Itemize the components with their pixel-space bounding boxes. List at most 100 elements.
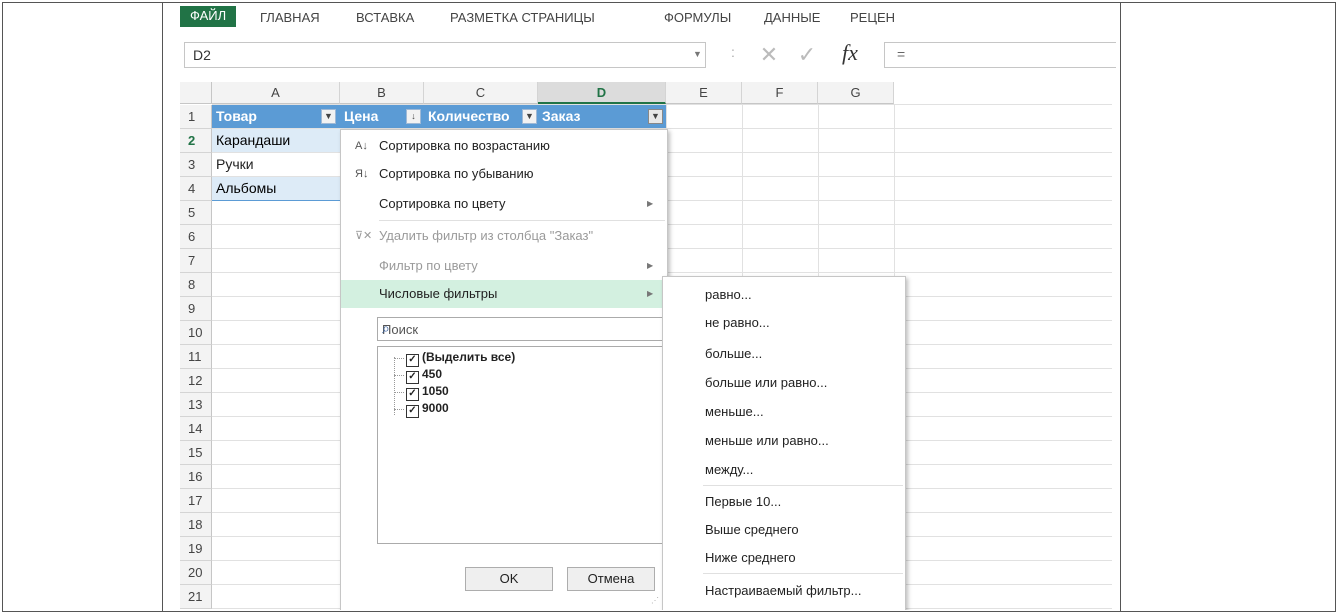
row-header-4[interactable]: 4 <box>180 177 212 201</box>
filter-values-list: ✓ (Выделить все) ✓ 450 ✓ 1050 ✓ 9000 <box>377 346 663 544</box>
value-checkbox[interactable]: ✓ 450 <box>406 366 443 384</box>
value-checkbox[interactable]: ✓ 1050 <box>406 383 449 401</box>
row-header-12[interactable]: 12 <box>180 369 212 393</box>
column-header-c[interactable]: C <box>424 82 538 104</box>
filter-search-input[interactable]: Поиск ⌕ <box>377 317 663 341</box>
filter-equals-item[interactable]: равно... <box>705 281 752 309</box>
submenu-arrow-icon: ▶ <box>647 261 654 270</box>
row-header-16[interactable]: 16 <box>180 465 212 489</box>
tab-page-layout[interactable]: РАЗМЕТКА СТРАНИЦЫ <box>450 10 595 25</box>
table-header-quantity[interactable]: Количество <box>424 105 538 128</box>
row-header-19[interactable]: 19 <box>180 537 212 561</box>
tree-line <box>394 358 404 359</box>
row-header-14[interactable]: 14 <box>180 417 212 441</box>
sort-filter-icon[interactable]: ↓ <box>406 109 421 124</box>
tab-file[interactable]: ФАЙЛ <box>180 6 237 27</box>
row-header-15[interactable]: 15 <box>180 441 212 465</box>
menu-item-label: Удалить фильтр из столбца "Заказ" <box>379 228 594 243</box>
list-item-label: 450 <box>422 367 443 381</box>
filter-top10-item[interactable]: Первые 10... <box>705 488 781 516</box>
filter-dropdown-icon[interactable]: ▼ <box>321 109 336 124</box>
sort-za-icon: Я↓ <box>355 168 369 180</box>
select-all-checkbox[interactable]: ✓ (Выделить все) <box>406 349 515 367</box>
column-header-f[interactable]: F <box>742 82 818 104</box>
name-box-dropdown-icon[interactable]: ▼ <box>693 49 702 59</box>
filter-less-equal-item[interactable]: меньше или равно... <box>705 427 829 455</box>
filter-greater-item[interactable]: больше... <box>705 340 762 368</box>
column-header-b[interactable]: B <box>340 82 424 104</box>
row-header-21[interactable]: 21 <box>180 585 212 609</box>
column-header-e[interactable]: E <box>666 82 742 104</box>
filter-dropdown-icon-active[interactable]: ▼ <box>648 109 663 124</box>
cell-a3[interactable]: Ручки <box>212 153 340 176</box>
frame-divider-right <box>1120 2 1121 612</box>
menu-separator <box>703 485 903 486</box>
table-header-order[interactable]: Заказ <box>538 105 666 128</box>
filter-by-color-item[interactable]: Фильтр по цвету ▶ <box>341 252 667 280</box>
row-header-6[interactable]: 6 <box>180 225 212 249</box>
sort-by-color-item[interactable]: Сортировка по цвету ▶ <box>341 190 667 218</box>
tab-review[interactable]: РЕЦЕН <box>850 10 895 25</box>
frame-divider-left <box>162 2 163 612</box>
row-header-9[interactable]: 9 <box>180 297 212 321</box>
tree-line <box>394 409 404 410</box>
checkbox-checked-icon: ✓ <box>406 405 419 418</box>
tree-line <box>394 357 395 415</box>
column-header-d[interactable]: D <box>538 82 666 104</box>
filter-less-item[interactable]: меньше... <box>705 398 764 426</box>
column-header-a[interactable]: A <box>212 82 340 104</box>
select-all-corner[interactable] <box>180 82 212 104</box>
name-box-value: D2 <box>193 47 211 63</box>
cancel-button[interactable]: Отмена <box>567 567 655 591</box>
number-filters-item[interactable]: Числовые фильтры ▶ <box>341 280 667 308</box>
sort-descending-item[interactable]: Я↓ Сортировка по убыванию <box>341 160 667 188</box>
filter-dropdown-icon[interactable]: ▼ <box>522 109 537 124</box>
row-header-13[interactable]: 13 <box>180 393 212 417</box>
number-filters-submenu: равно... не равно... больше... больше ил… <box>662 276 906 610</box>
filter-greater-equal-item[interactable]: больше или равно... <box>705 369 827 397</box>
submenu-arrow-icon: ▶ <box>647 199 654 208</box>
filter-between-item[interactable]: между... <box>705 456 753 484</box>
header-label: Количество <box>428 108 510 124</box>
sort-ascending-item[interactable]: А↓ Сортировка по возрастанию <box>341 132 667 160</box>
header-label: Цена <box>344 108 379 124</box>
row-header-11[interactable]: 11 <box>180 345 212 369</box>
row-header-10[interactable]: 10 <box>180 321 212 345</box>
row-header-18[interactable]: 18 <box>180 513 212 537</box>
tree-line <box>394 392 404 393</box>
ok-button[interactable]: OK <box>465 567 553 591</box>
row-header-5[interactable]: 5 <box>180 201 212 225</box>
row-header-2[interactable]: 2 <box>180 129 212 153</box>
tab-formulas[interactable]: ФОРМУЛЫ <box>664 10 731 25</box>
row-header-20[interactable]: 20 <box>180 561 212 585</box>
name-box[interactable]: D2 <box>184 42 706 68</box>
enter-icon[interactable]: ✓ <box>792 42 822 68</box>
row-header-3[interactable]: 3 <box>180 153 212 177</box>
ribbon-tabs: ФАЙЛ ГЛАВНАЯ ВСТАВКА РАЗМЕТКА СТРАНИЦЫ Ф… <box>166 4 1116 34</box>
row-header-7[interactable]: 7 <box>180 249 212 273</box>
resize-grip-icon[interactable]: ⋰ <box>651 596 659 605</box>
cancel-icon[interactable]: ✕ <box>754 42 784 68</box>
custom-filter-item[interactable]: Настраиваемый фильтр... <box>705 577 862 605</box>
tab-home[interactable]: ГЛАВНАЯ <box>260 10 320 25</box>
excel-screenshot: ФАЙЛ ГЛАВНАЯ ВСТАВКА РАЗМЕТКА СТРАНИЦЫ Ф… <box>166 4 1116 610</box>
column-header-g[interactable]: G <box>818 82 894 104</box>
filter-above-average-item[interactable]: Выше среднего <box>705 516 799 544</box>
row-header-17[interactable]: 17 <box>180 489 212 513</box>
cell-a2[interactable]: Карандаши <box>212 129 340 152</box>
tab-insert[interactable]: ВСТАВКА <box>356 10 414 25</box>
filter-not-equals-item[interactable]: не равно... <box>705 309 770 337</box>
formula-bar-separator: : <box>731 44 735 60</box>
filter-below-average-item[interactable]: Ниже среднего <box>705 544 796 572</box>
clear-filter-item[interactable]: ⊽✕ Удалить фильтр из столбца "Заказ" <box>341 222 667 250</box>
menu-separator <box>703 573 903 574</box>
table-bottom-border <box>212 200 340 201</box>
formula-input[interactable]: = <box>884 42 1116 68</box>
row-header-8[interactable]: 8 <box>180 273 212 297</box>
tab-data[interactable]: ДАННЫЕ <box>764 10 820 25</box>
menu-item-label: Числовые фильтры <box>379 286 498 301</box>
cell-a4[interactable]: Альбомы <box>212 177 340 200</box>
value-checkbox[interactable]: ✓ 9000 <box>406 400 449 418</box>
insert-function-button[interactable]: fx <box>842 40 858 66</box>
row-header-1[interactable]: 1 <box>180 105 212 129</box>
